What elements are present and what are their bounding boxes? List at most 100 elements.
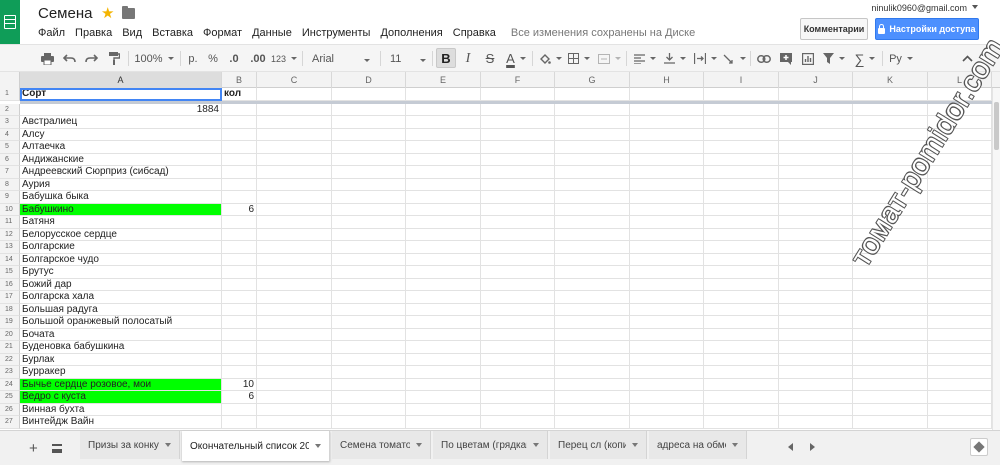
- cell-c[interactable]: [257, 103, 332, 116]
- cell-k[interactable]: [853, 128, 928, 141]
- menu-data[interactable]: Данные: [247, 26, 297, 42]
- cell-a[interactable]: Аурия: [20, 178, 222, 191]
- cell-b[interactable]: [222, 116, 257, 129]
- cell-d[interactable]: [332, 366, 406, 379]
- cell-i[interactable]: [704, 116, 779, 129]
- cell-l[interactable]: [928, 341, 992, 354]
- cell-d[interactable]: [332, 116, 406, 129]
- cell-c[interactable]: [257, 403, 332, 416]
- cell-i[interactable]: [704, 166, 779, 179]
- menu-file[interactable]: Файл: [33, 26, 70, 42]
- insert-link-icon[interactable]: [755, 45, 773, 72]
- cell-f[interactable]: [481, 278, 555, 291]
- row-header[interactable]: 4: [0, 128, 20, 141]
- cell-e[interactable]: [406, 103, 481, 116]
- cell-j[interactable]: [779, 316, 853, 329]
- cell-j[interactable]: [779, 141, 853, 154]
- font-select[interactable]: Arial: [308, 45, 374, 72]
- cell-d[interactable]: [332, 203, 406, 216]
- chevron-down-icon[interactable]: [632, 443, 638, 447]
- cell-e[interactable]: [406, 303, 481, 316]
- print-icon[interactable]: [38, 45, 56, 72]
- cell-a[interactable]: 1884: [20, 103, 222, 116]
- cell-c[interactable]: [257, 378, 332, 391]
- cell-f[interactable]: [481, 88, 555, 101]
- add-sheet-icon[interactable]: +: [29, 440, 38, 457]
- cell-j[interactable]: [779, 341, 853, 354]
- cell-b[interactable]: 6: [222, 391, 257, 404]
- cell-i[interactable]: [704, 303, 779, 316]
- cell-e[interactable]: [406, 191, 481, 204]
- cell-c[interactable]: [257, 291, 332, 304]
- row-header[interactable]: 12: [0, 228, 20, 241]
- cell-f[interactable]: [481, 316, 555, 329]
- cell-i[interactable]: [704, 416, 779, 429]
- cell-k[interactable]: [853, 341, 928, 354]
- cell-c[interactable]: [257, 341, 332, 354]
- cell-k[interactable]: [853, 116, 928, 129]
- row-header[interactable]: 22: [0, 353, 20, 366]
- cell-i[interactable]: [704, 353, 779, 366]
- cell-h[interactable]: [630, 153, 704, 166]
- text-rotation-icon[interactable]: [721, 45, 747, 72]
- cell-g[interactable]: [555, 391, 630, 404]
- cell-i[interactable]: [704, 153, 779, 166]
- cell-g[interactable]: [555, 303, 630, 316]
- cell-b[interactable]: [222, 128, 257, 141]
- cell-d[interactable]: [332, 378, 406, 391]
- cell-l[interactable]: [928, 153, 992, 166]
- tab-scroll-right-icon[interactable]: [810, 443, 815, 451]
- increase-decimal-button[interactable]: .00: [248, 45, 268, 72]
- cell-l[interactable]: [928, 366, 992, 379]
- cell-a[interactable]: Ведро с куста: [20, 391, 222, 404]
- cell-g[interactable]: [555, 103, 630, 116]
- cell-d[interactable]: [332, 303, 406, 316]
- cell-j[interactable]: [779, 291, 853, 304]
- cell-h[interactable]: [630, 103, 704, 116]
- cell-c[interactable]: [257, 216, 332, 229]
- cell-f[interactable]: [481, 116, 555, 129]
- cell-i[interactable]: [704, 378, 779, 391]
- row-header[interactable]: 1: [0, 88, 20, 101]
- row-header[interactable]: 14: [0, 253, 20, 266]
- cell-a[interactable]: Большой оранжевый полосатый: [20, 316, 222, 329]
- text-color-button[interactable]: A: [503, 45, 529, 72]
- cell-l[interactable]: [928, 253, 992, 266]
- cell-b[interactable]: [222, 303, 257, 316]
- cell-e[interactable]: [406, 116, 481, 129]
- cell-i[interactable]: [704, 128, 779, 141]
- cell-i[interactable]: [704, 203, 779, 216]
- cell-e[interactable]: [406, 278, 481, 291]
- fill-color-icon[interactable]: [537, 45, 563, 72]
- cell-a[interactable]: Винная бухта: [20, 403, 222, 416]
- cell-j[interactable]: [779, 241, 853, 254]
- cell-l[interactable]: [928, 278, 992, 291]
- cell-h[interactable]: [630, 278, 704, 291]
- cell-a[interactable]: Бурлак: [20, 353, 222, 366]
- cell-b[interactable]: [222, 366, 257, 379]
- cell-h[interactable]: [630, 216, 704, 229]
- redo-icon[interactable]: [82, 45, 100, 72]
- cell-c[interactable]: [257, 316, 332, 329]
- cell-h[interactable]: [630, 191, 704, 204]
- cell-a[interactable]: Винтейдж Вайн: [20, 416, 222, 429]
- cell-e[interactable]: [406, 166, 481, 179]
- row-header[interactable]: 2: [0, 103, 20, 116]
- row-header[interactable]: 16: [0, 278, 20, 291]
- cell-c[interactable]: [257, 153, 332, 166]
- row-header[interactable]: 24: [0, 378, 20, 391]
- cell-f[interactable]: [481, 291, 555, 304]
- cell-j[interactable]: [779, 178, 853, 191]
- cell-a[interactable]: Бурракер: [20, 366, 222, 379]
- menu-tools[interactable]: Инструменты: [297, 26, 376, 42]
- cell-a[interactable]: Бычье сердце розовое, мои: [20, 378, 222, 391]
- cell-l[interactable]: [928, 203, 992, 216]
- cell-c[interactable]: [257, 278, 332, 291]
- cell-l[interactable]: [928, 328, 992, 341]
- sheet-tab[interactable]: Окончательный список 2018: [182, 431, 330, 461]
- cell-h[interactable]: [630, 403, 704, 416]
- cell-e[interactable]: [406, 341, 481, 354]
- chevron-down-icon[interactable]: [165, 443, 171, 447]
- comments-button[interactable]: Комментарии: [800, 18, 868, 40]
- cell-f[interactable]: [481, 328, 555, 341]
